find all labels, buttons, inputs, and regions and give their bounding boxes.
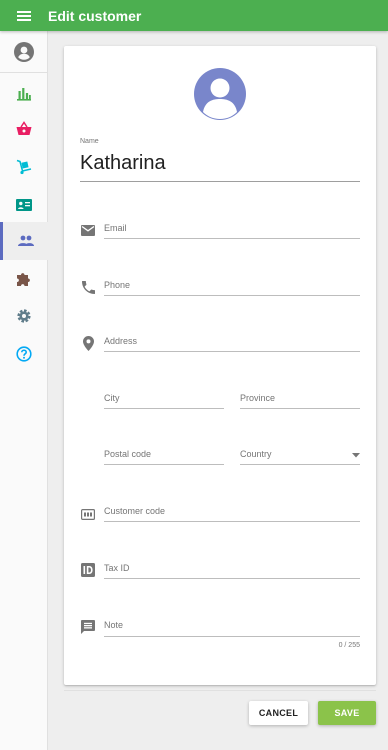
city-field[interactable]: City	[104, 393, 224, 409]
address-field[interactable]: Address	[104, 336, 360, 352]
menu-button[interactable]	[0, 0, 48, 31]
sidebar-item-settings[interactable]	[0, 297, 48, 335]
sidebar-divider	[0, 72, 48, 73]
sidebar-item-contacts[interactable]	[0, 186, 48, 224]
contact-card-icon	[16, 199, 32, 211]
account-circle-icon	[14, 42, 34, 62]
country-placeholder: Country	[240, 449, 272, 459]
customer-code-field[interactable]: Customer code	[104, 506, 360, 522]
tax-id-field[interactable]: Tax ID	[104, 563, 360, 579]
menu-icon	[17, 10, 31, 21]
phone-icon	[80, 279, 96, 295]
id-badge-icon	[80, 562, 96, 578]
barcode-card-icon	[80, 506, 96, 522]
app-bar: Edit customer	[0, 0, 388, 31]
customer-code-placeholder: Customer code	[104, 506, 166, 516]
country-select[interactable]: Country	[240, 449, 360, 465]
actions-divider	[64, 690, 376, 691]
sidebar-item-extensions[interactable]	[0, 260, 48, 298]
email-placeholder: Email	[104, 223, 127, 233]
person-avatar-icon	[203, 78, 237, 119]
phone-placeholder: Phone	[104, 280, 131, 290]
note-char-counter: 0 / 255	[338, 642, 360, 649]
note-placeholder: Note	[104, 620, 124, 630]
help-icon	[16, 346, 32, 362]
email-icon	[80, 222, 96, 238]
city-placeholder: City	[104, 393, 120, 403]
chevron-down-icon	[352, 453, 360, 458]
postal-code-placeholder: Postal code	[104, 449, 152, 459]
sidebar-item-sales[interactable]	[0, 110, 48, 148]
gear-icon	[17, 309, 31, 323]
sidebar-item-account[interactable]	[0, 33, 48, 71]
avatar[interactable]	[194, 68, 246, 120]
basket-icon	[16, 121, 32, 135]
name-underline	[80, 181, 360, 182]
sidebar-item-customers[interactable]	[0, 222, 48, 260]
puzzle-icon	[17, 273, 30, 286]
email-field[interactable]: Email	[104, 223, 360, 239]
people-icon	[17, 235, 34, 246]
province-placeholder: Province	[240, 393, 276, 403]
location-pin-icon	[80, 335, 96, 351]
save-button[interactable]: SAVE	[318, 701, 376, 725]
page-title: Edit customer	[48, 7, 142, 24]
customer-form-card: Name Katharina Email Phone Address City	[64, 46, 376, 685]
province-field[interactable]: Province	[240, 393, 360, 409]
sidebar-item-purchases[interactable]	[0, 148, 48, 186]
tax-id-placeholder: Tax ID	[104, 563, 130, 573]
postal-code-field[interactable]: Postal code	[104, 449, 224, 465]
address-placeholder: Address	[104, 336, 138, 346]
sidebar-item-reports[interactable]	[0, 74, 48, 112]
phone-field[interactable]: Phone	[104, 280, 360, 296]
cancel-button[interactable]: CANCEL	[249, 701, 308, 725]
comment-icon	[80, 619, 96, 635]
name-label: Name	[80, 138, 99, 145]
name-field[interactable]: Katharina	[80, 152, 166, 175]
sidebar-item-help[interactable]	[0, 335, 48, 373]
bar-chart-icon	[17, 88, 31, 101]
note-field[interactable]: Note	[104, 620, 360, 637]
dolly-icon	[16, 159, 32, 175]
